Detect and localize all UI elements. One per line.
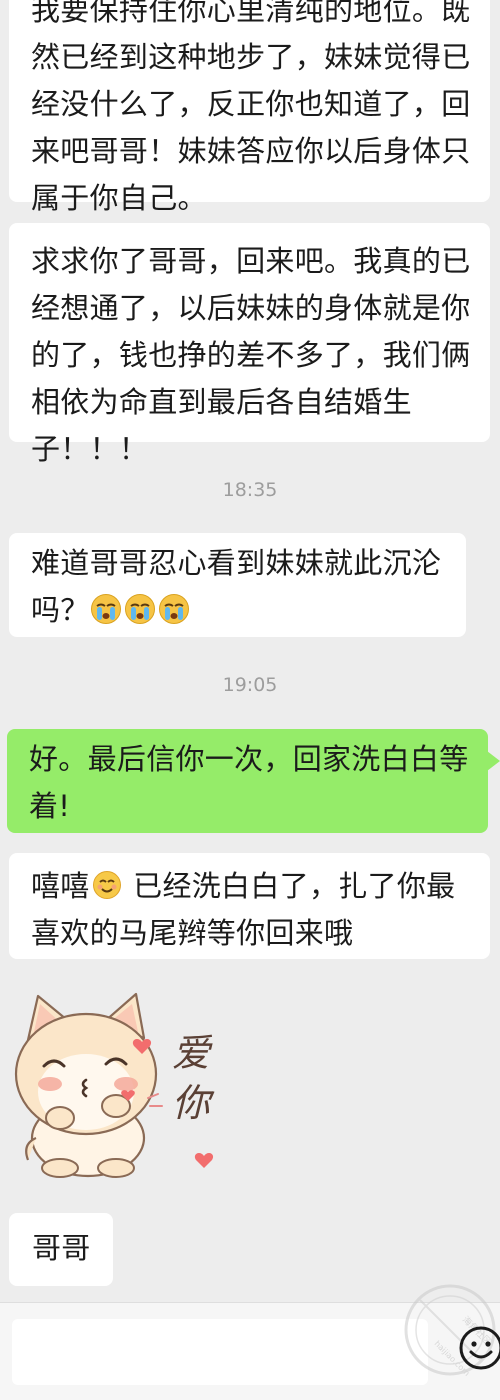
- smiley-face-icon[interactable]: [458, 1325, 500, 1371]
- message-line: 来吧哥哥！妹妹答应你以后身体只: [31, 134, 471, 168]
- timestamp: 18:35: [222, 479, 278, 501]
- message-line: 难道哥哥忍心看到妹妹就此沉沦: [31, 546, 442, 580]
- smiling-face-icon: [92, 867, 122, 899]
- message-bubble[interactable]: 哥哥: [9, 1213, 113, 1286]
- message-line: 喜欢的马尾辫等你回来哦: [31, 916, 354, 950]
- message-line: 然已经到这种地步了，妹妹觉得已: [31, 40, 471, 74]
- message-line: 我要保持住你心里清纯的地位。既: [31, 0, 471, 27]
- message-bubble[interactable]: 好。最后信你一次，回家洗白白等 着!: [7, 729, 500, 833]
- message-line: 着!: [29, 789, 71, 823]
- crying-face-icon: [124, 592, 156, 624]
- message-line: 经想通了，以后妹妹的身体就是你: [31, 291, 471, 325]
- message-bubble[interactable]: 难道哥哥忍心看到妹妹就此沉沦 吗？: [9, 533, 466, 637]
- message-line: 吗？: [31, 593, 90, 627]
- message-line: 求求你了哥哥，回来吧。我真的已: [31, 244, 471, 278]
- message-line: 子！！！: [31, 432, 149, 466]
- crying-face-icon: [158, 592, 190, 624]
- message-line: 哥哥: [32, 1231, 91, 1265]
- sticker-message[interactable]: 爱你: [8, 988, 222, 1184]
- message-line: 相依为命直到最后各自结婚生: [31, 385, 412, 419]
- message-line: 好。最后信你一次，回家洗白白等: [29, 742, 469, 776]
- message-line: 的了，钱也挣的差不多了，我们俩: [31, 338, 471, 372]
- chat-screen: 我要保持住你心里清纯的地位。既 然已经到这种地步了，妹妹觉得已 经没什么了，反正…: [0, 0, 500, 1400]
- message-bubble[interactable]: 求求你了哥哥，回来吧。我真的已 经想通了，以后妹妹的身体就是你 的了，钱也挣的差…: [9, 223, 490, 466]
- crying-face-icon: [90, 592, 122, 624]
- message-line: 已经洗白白了，扎了你最: [133, 869, 456, 903]
- message-line: 属于你自己。: [31, 181, 207, 215]
- message-bubble[interactable]: 嘻嘻 已经洗白白了，扎了你最 喜欢的马尾辫等你回来哦: [9, 853, 490, 959]
- message-input[interactable]: [12, 1319, 428, 1385]
- message-line: 经没什么了，反正你也知道了，回: [31, 87, 471, 121]
- message-bubble[interactable]: 我要保持住你心里清纯的地位。既 然已经到这种地步了，妹妹觉得已 经没什么了，反正…: [9, 0, 490, 215]
- message-prefix: 嘻嘻: [31, 869, 90, 903]
- timestamp: 19:05: [222, 674, 278, 696]
- sticker-text: 爱你: [172, 1031, 211, 1125]
